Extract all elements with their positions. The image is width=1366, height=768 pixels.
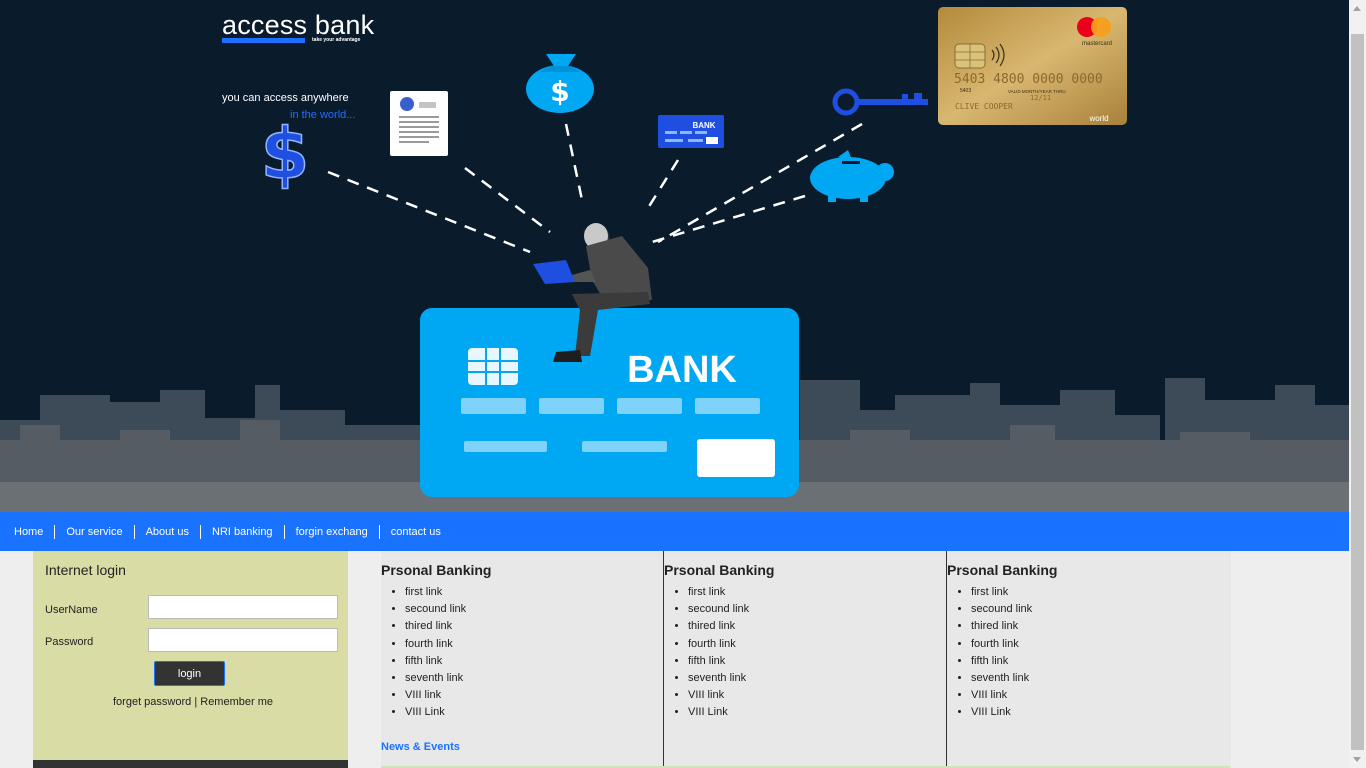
column-1-title: Prsonal Banking — [381, 562, 492, 578]
column-2-title: Prsonal Banking — [664, 562, 775, 578]
list-item[interactable]: first link — [688, 585, 749, 602]
link-column-3: Prsonal Banking first link secound link … — [946, 551, 1231, 768]
remember-me-link[interactable]: Remember me — [200, 696, 273, 708]
list-item[interactable]: thired link — [688, 619, 749, 636]
list-item[interactable]: thired link — [971, 619, 1032, 636]
nav-our-service[interactable]: Our service — [54, 524, 133, 539]
brand-tagline: take your advantage — [312, 37, 361, 43]
list-item[interactable]: fifth link — [971, 654, 1032, 671]
nav-home[interactable]: Home — [3, 525, 54, 539]
list-item[interactable]: fifth link — [688, 654, 749, 671]
internet-login-panel: Internet login UserName Password login f… — [33, 551, 348, 760]
money-bag-icon: $ — [526, 54, 594, 113]
list-item[interactable]: secound link — [405, 602, 466, 619]
card-number: 5403 4800 0000 0000 — [954, 72, 1103, 87]
document-icon — [390, 91, 448, 156]
list-item[interactable]: fourth link — [405, 637, 466, 654]
list-item[interactable]: VIII Link — [405, 705, 466, 722]
svg-text:$: $ — [550, 75, 569, 108]
hero-banner: BANK $ $ BANK mastercard 5403 4800 0000 … — [0, 0, 1349, 512]
username-label: UserName — [45, 604, 98, 616]
card-small-code: 5403 — [960, 88, 971, 94]
nav-contact-us[interactable]: contact us — [378, 524, 452, 539]
piggy-bank-icon — [810, 150, 894, 202]
login-panel-footer — [33, 760, 348, 768]
list-item[interactable]: fifth link — [405, 654, 466, 671]
brand-logo-underline — [222, 38, 305, 43]
scroll-down-arrow-icon[interactable] — [1349, 751, 1366, 768]
link-column-1: Prsonal Banking first link secound link … — [381, 551, 663, 768]
list-item[interactable]: VIII Link — [688, 705, 749, 722]
card-expiry: 12/11 — [1030, 94, 1051, 102]
main-navigation: Home Our service About us NRI banking fo… — [0, 512, 1349, 551]
login-links-separator: | — [194, 696, 198, 708]
mastercard-brand-text: mastercard — [1082, 41, 1112, 47]
scrollbar-thumb[interactable] — [1351, 34, 1364, 750]
list-item[interactable]: seventh link — [405, 671, 466, 688]
hero-headline: you can access anywhere — [222, 92, 349, 104]
column-2-links: first link secound link thired link four… — [664, 585, 749, 723]
list-item[interactable]: thired link — [405, 619, 466, 636]
small-card-bank-label: BANK — [692, 121, 715, 130]
card-holder-name: CLIVE COOPER — [955, 102, 1013, 111]
password-input[interactable] — [148, 628, 338, 652]
username-input[interactable] — [148, 595, 338, 619]
column-3-links: first link secound link thired link four… — [947, 585, 1032, 723]
list-item[interactable]: VIII link — [405, 688, 466, 705]
link-column-2: Prsonal Banking first link secound link … — [663, 551, 947, 768]
list-item[interactable]: VIII link — [688, 688, 749, 705]
mastercard-credit-card-image: mastercard 5403 4800 0000 0000 5403 VALI… — [938, 7, 1127, 125]
password-label: Password — [45, 636, 94, 648]
list-item[interactable]: seventh link — [688, 671, 749, 688]
list-item[interactable]: secound link — [688, 602, 749, 619]
list-item[interactable]: first link — [971, 585, 1032, 602]
list-item[interactable]: first link — [405, 585, 466, 602]
vertical-scrollbar[interactable] — [1349, 0, 1366, 768]
big-bank-card-illustration: BANK — [420, 308, 799, 497]
column-3-title: Prsonal Banking — [947, 562, 1058, 578]
big-card-bank-label: BANK — [627, 349, 737, 391]
hero-illustration: BANK $ $ BANK mastercard 5403 4800 0000 … — [0, 7, 1349, 512]
dollar-sign-icon: $ — [261, 113, 310, 195]
scroll-up-arrow-icon[interactable] — [1349, 0, 1366, 17]
page: BANK $ $ BANK mastercard 5403 4800 0000 … — [0, 0, 1349, 768]
column-1-links: first link secound link thired link four… — [381, 585, 466, 723]
hero-subheadline: in the world... — [290, 109, 356, 121]
nav-foreign-exchange[interactable]: forgin exchang — [283, 524, 379, 539]
news-and-events-link[interactable]: News & Events — [381, 740, 460, 754]
login-title: Internet login — [45, 562, 126, 578]
list-item[interactable]: fourth link — [688, 637, 749, 654]
nav-nri-banking[interactable]: NRI banking — [200, 524, 284, 539]
list-item[interactable]: VIII link — [971, 688, 1032, 705]
list-item[interactable]: seventh link — [971, 671, 1032, 688]
login-button[interactable]: login — [154, 661, 225, 686]
list-item[interactable]: VIII Link — [971, 705, 1032, 722]
small-bank-card-icon: BANK — [658, 115, 724, 148]
list-item[interactable]: secound link — [971, 602, 1032, 619]
nav-about-us[interactable]: About us — [133, 524, 200, 539]
card-tier: world — [1088, 114, 1108, 123]
list-item[interactable]: fourth link — [971, 637, 1032, 654]
login-links: forget password | Remember me — [113, 695, 273, 709]
forget-password-link[interactable]: forget password — [113, 696, 191, 708]
key-icon — [832, 88, 928, 116]
